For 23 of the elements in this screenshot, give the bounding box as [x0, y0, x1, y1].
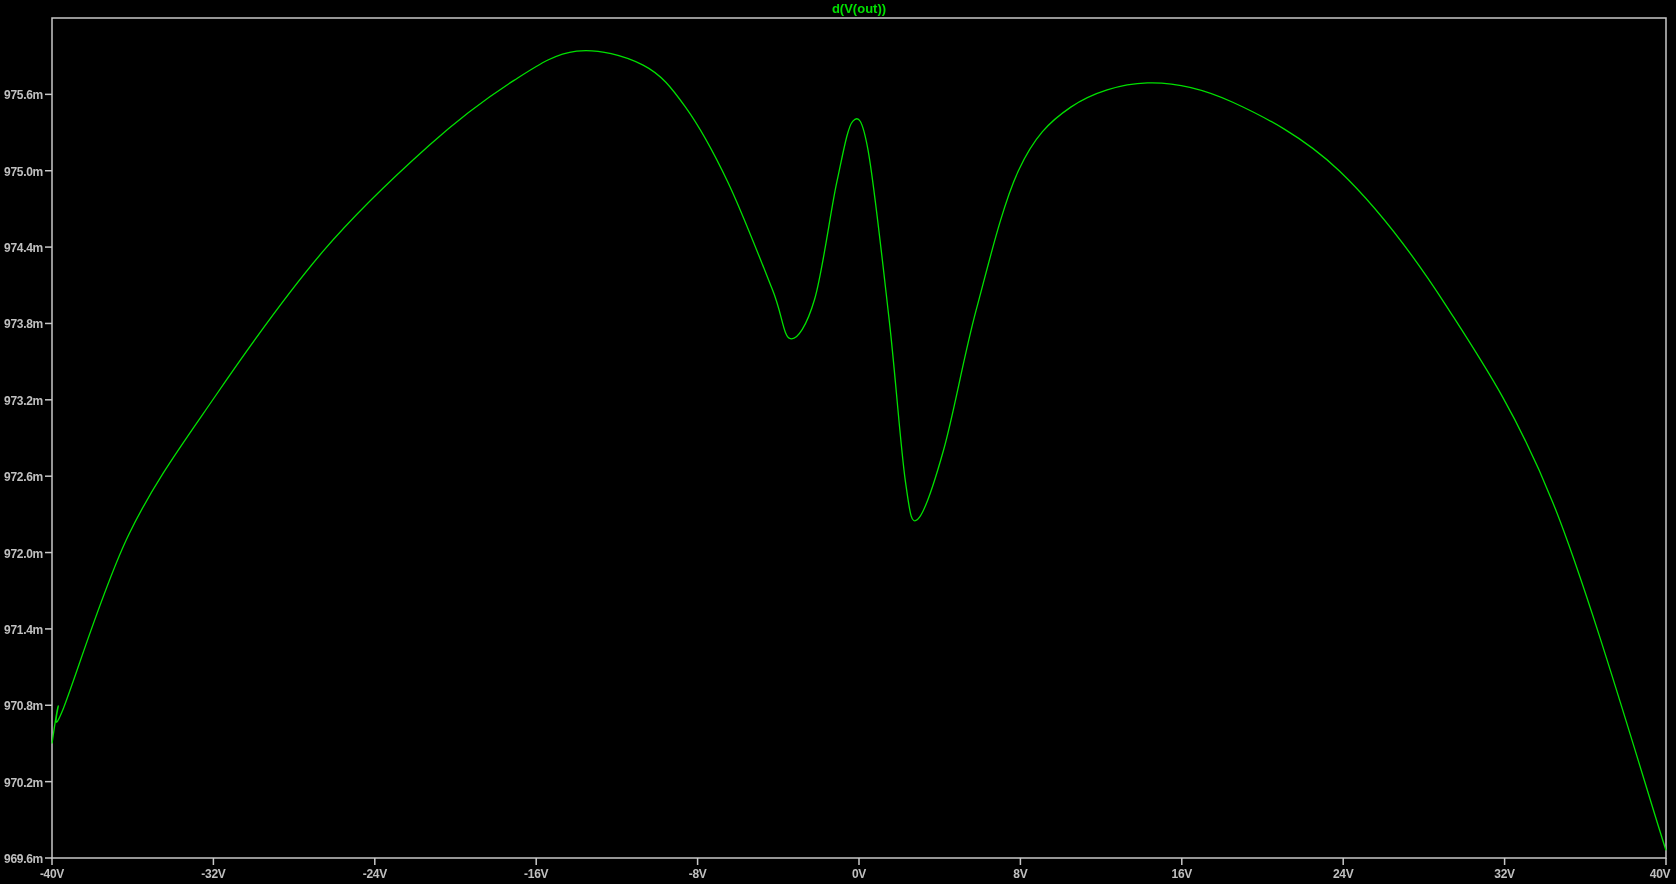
y-tick-label: 973.8m [4, 317, 43, 332]
x-tick-label: -40V [39, 867, 65, 881]
x-tick-label: -16V [524, 867, 549, 881]
y-tick-label: 974.4m [4, 241, 43, 256]
y-tick-label: 973.2m [4, 393, 43, 408]
x-tick-label: 0V [851, 867, 867, 881]
y-tick-label: 972.6m [4, 470, 43, 485]
x-tick-label: -24V [362, 867, 387, 881]
x-tick-label: 8V [1013, 867, 1028, 881]
x-tick-label: 32V [1494, 867, 1515, 881]
y-tick-label: 975.6m [4, 88, 43, 103]
y-tick-label: 972.0m [4, 546, 43, 561]
x-tick-label: -8V [688, 867, 707, 881]
y-tick-label: 970.2m [4, 775, 43, 790]
y-tick-label: 970.8m [4, 699, 43, 714]
y-tick-label: 969.6m [4, 852, 43, 866]
x-tick-label: 40V [1649, 867, 1671, 881]
x-tick-label: 16V [1171, 867, 1193, 881]
y-tick-label: 971.4m [4, 622, 43, 637]
y-tick-label: 975.0m [4, 164, 43, 179]
trace-label: d(V(out)) [831, 1, 887, 16]
x-tick-label: 24V [1332, 867, 1354, 881]
x-tick-label: -32V [201, 867, 226, 881]
